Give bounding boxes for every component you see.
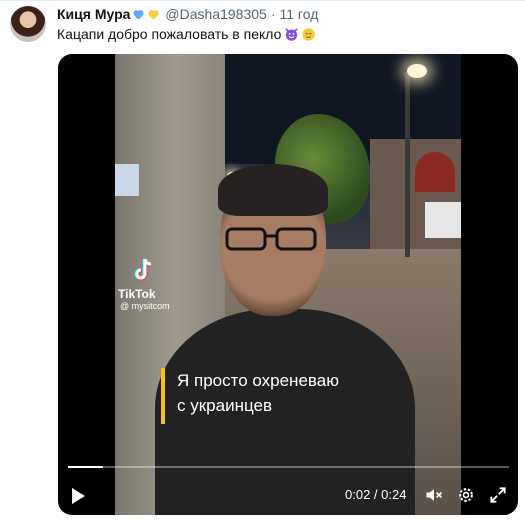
person-hair [218,164,328,216]
avatar[interactable] [10,6,46,42]
tiktok-watermark: TikTok [118,287,156,301]
play-button[interactable] [66,484,90,508]
progress-fill [68,466,104,468]
progress-bar[interactable] [68,466,509,468]
tweet-body: Кацапи добро пожаловать в пекло [57,26,282,42]
video-caption: Я просто охреневаю с украинцев [161,368,339,424]
video-controls: 0:02 / 0:24 [58,479,518,509]
glasses-icon [225,227,317,251]
video-frame[interactable] [115,54,461,515]
blue-heart-icon [132,8,145,21]
tiktok-username: @ mysitcom [120,301,170,311]
play-icon [72,488,85,504]
author-name[interactable]: Киця Мура [57,6,130,22]
tweet-header: Киця Мура @Dasha198305 · 11 год [57,5,318,23]
tweet-text: Кацапи добро пожаловать в пекло [57,24,316,44]
yellow-heart-icon [147,8,160,21]
gear-icon [459,488,473,502]
speaker-muted-icon [426,489,443,501]
street-lamp [407,64,427,78]
lamp-post [405,72,410,257]
building-arch [415,152,455,192]
video-player[interactable]: TikTok @ mysitcom Я просто охреневаю с у… [58,54,518,515]
white-box [425,202,461,238]
smiling-imp-icon [284,27,299,42]
caption-line-2: с украинцев [177,396,272,415]
tweet-time[interactable]: 11 год [280,6,319,22]
wall-sign [115,164,139,196]
volume-button[interactable] [424,485,444,505]
settings-button[interactable] [456,485,476,505]
top-divider [0,0,525,1]
relieved-face-icon [301,27,316,42]
timecode: 0:02 / 0:24 [345,487,407,502]
separator-dot: · [270,6,276,22]
fullscreen-button[interactable] [488,485,508,505]
expand-icon [490,487,506,503]
tiktok-logo-icon [134,258,152,281]
caption-line-1: Я просто охреневаю [177,371,339,390]
author-handle[interactable]: @Dasha198305 [165,6,266,22]
